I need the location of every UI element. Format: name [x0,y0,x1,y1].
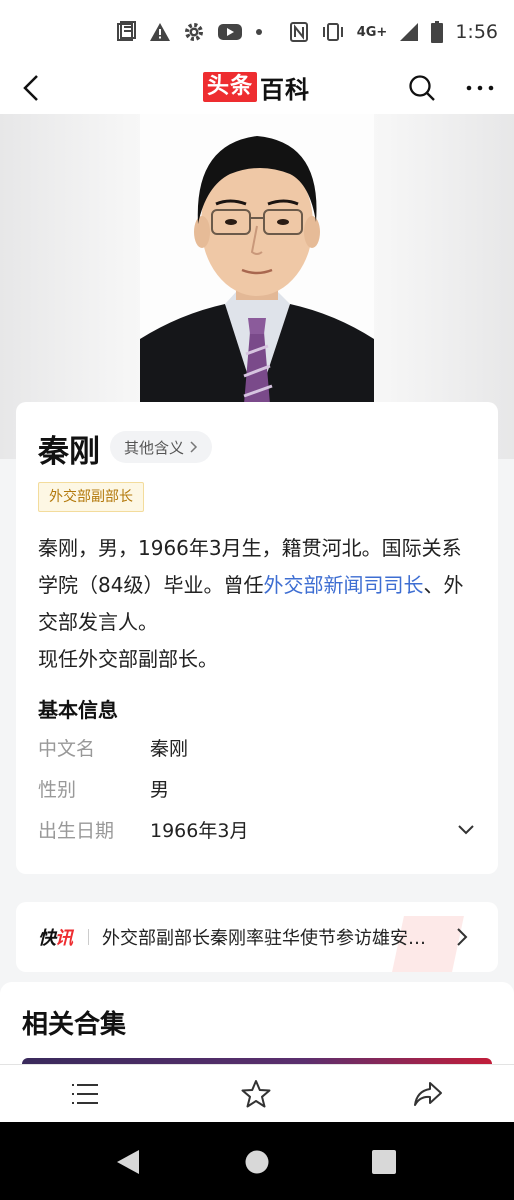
other-meanings-label: 其他含义 [124,438,185,457]
system-nav-bar [0,1122,514,1200]
info-value: 1966年3月 [150,819,249,842]
info-row: 中文名 秦刚 [38,729,478,765]
summary-line-2: 现任外交部副部长。 [38,647,218,671]
related-title: 相关合集 [22,1010,127,1040]
news-logo-accent: 讯 [55,928,73,949]
info-value: 男 [150,778,170,801]
news-divider [88,929,89,945]
bottom-toolbar [0,1064,514,1122]
system-back-button[interactable] [114,1148,142,1176]
summary-link[interactable]: 外交部新闻司司长 [263,573,423,597]
entry-title: 秦刚 [38,434,100,470]
info-row: 性别 男 [38,770,478,806]
news-flash-card[interactable]: 快讯 外交部副部长秦刚率驻华使节参访雄安新区 [16,902,498,972]
info-row: 出生日期 1966年3月 [38,811,478,847]
youtube-icon [217,22,243,42]
news-logo-main: 快 [38,928,56,949]
news-notification-icon [115,21,137,43]
gear-icon [183,21,205,43]
entry-card: 秦刚 其他含义 外交部副部长 秦刚，男，1966年3月生，籍贯河北。国际关系学院… [16,402,498,874]
basic-info-title: 基本信息 [38,698,118,722]
signal-icon [399,22,419,42]
system-recents-button[interactable] [370,1148,398,1176]
more-options-button[interactable] [462,70,498,106]
nav-bar: 头条 百科 [0,64,514,114]
brand-logo-text: 百科 [260,75,311,104]
brand-logo: 头条 百科 [203,71,311,104]
star-icon [241,1080,271,1108]
warning-icon [149,21,171,43]
news-headline[interactable]: 外交部副部长秦刚率驻华使节参访雄安新区 [102,924,442,950]
search-button[interactable] [405,70,439,106]
news-flash-logo: 快讯 [38,924,73,950]
square-recents-icon [372,1150,396,1174]
brand-logo-red: 头条 [203,72,258,102]
contents-button[interactable] [68,1077,102,1111]
info-label: 中文名 [38,737,96,760]
triangle-back-icon [117,1150,139,1174]
chevron-right-icon [457,928,468,946]
battery-icon [431,21,444,43]
info-label: 性别 [38,778,77,801]
entry-summary: 秦刚，男，1966年3月生，籍贯河北。国际关系学院（84级）毕业。曾任外交部新闻… [38,530,478,678]
more-dots-icon [466,85,494,91]
info-label: 出生日期 [38,819,115,842]
expand-info-button[interactable] [454,817,478,841]
dot-icon [255,28,263,36]
nfc-icon [289,21,309,43]
search-icon [409,75,435,101]
other-meanings-button[interactable]: 其他含义 [110,431,213,463]
related-collections: 相关合集 [0,982,514,1064]
favorite-button[interactable] [239,1077,273,1111]
portrait-photo [140,114,374,404]
clock: 1:56 [455,21,498,43]
position-tag: 外交部副部长 [38,482,144,512]
vibrate-icon [321,21,345,43]
info-value: 秦刚 [150,737,189,760]
list-icon [72,1084,98,1104]
network-type: 4G+ [356,24,388,40]
circle-home-icon [245,1150,269,1174]
chevron-down-icon [458,825,474,835]
back-button[interactable] [16,70,46,106]
chevron-right-icon [190,441,198,453]
share-icon [414,1082,442,1106]
share-button[interactable] [411,1077,445,1111]
status-bar: 4G+ 1:56 [0,0,514,64]
chevron-left-icon [23,75,38,101]
system-home-button[interactable] [243,1148,271,1176]
